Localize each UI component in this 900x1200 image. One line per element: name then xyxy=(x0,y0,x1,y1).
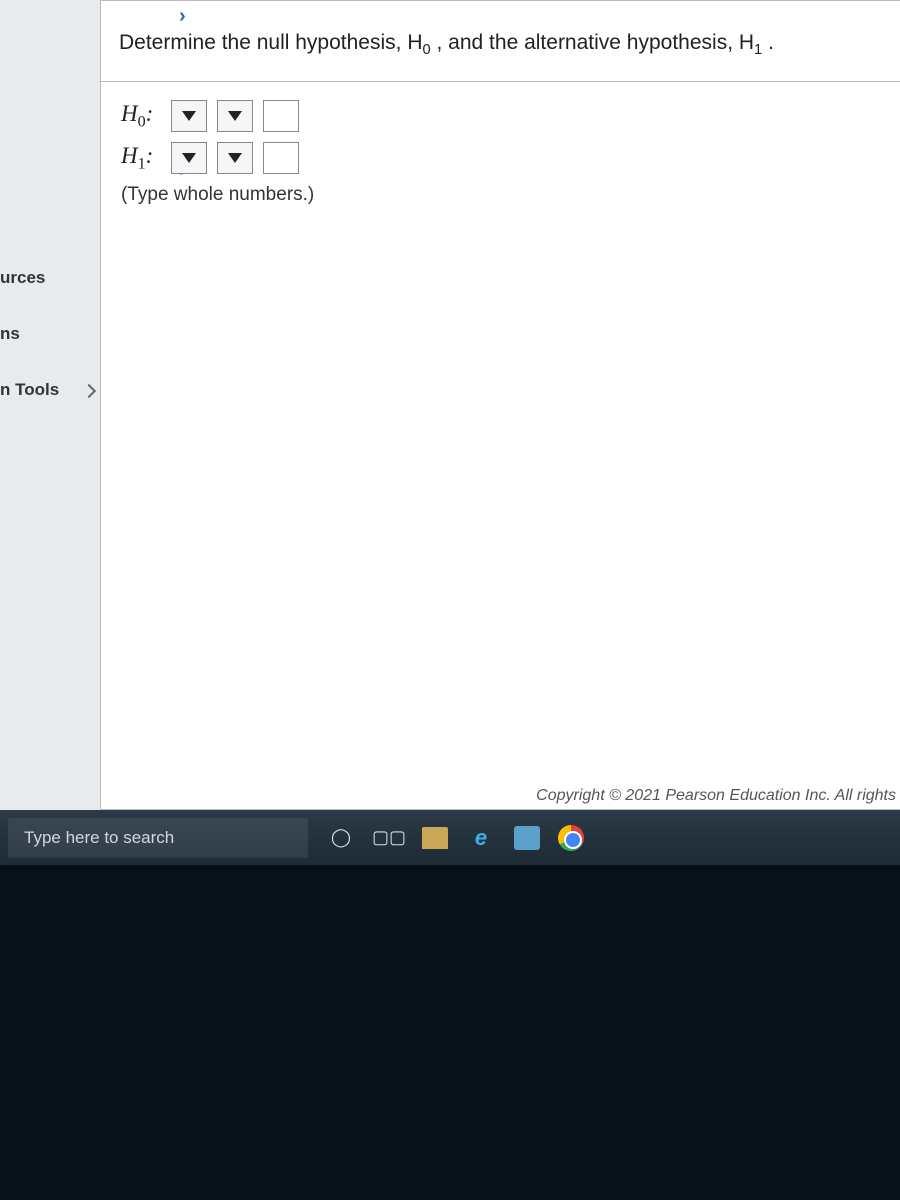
chevron-right-icon xyxy=(82,383,96,397)
h1-value-input[interactable] xyxy=(263,142,299,174)
chevron-down-icon xyxy=(182,153,196,163)
h0-sub: 0 xyxy=(423,42,431,58)
sidebar-item-tools[interactable]: n Tools xyxy=(0,362,100,418)
file-explorer-icon[interactable] xyxy=(422,827,448,849)
h0-symbol: H xyxy=(407,31,422,54)
h1-label: H1: xyxy=(121,143,161,174)
prompt-text: Determine the null hypothesis, xyxy=(119,31,407,54)
colon: : xyxy=(146,143,154,168)
cortana-icon[interactable]: ◯ xyxy=(326,823,356,853)
hypothesis-row-h0: H0: xyxy=(121,100,890,132)
app-area: urces ns n Tools › › Determine the null … xyxy=(0,0,900,810)
edge-browser-icon[interactable]: e xyxy=(466,823,496,853)
chevron-down-icon xyxy=(182,111,196,121)
hypothesis-row-h1: H1: xyxy=(121,142,890,174)
h-letter: H xyxy=(121,101,138,126)
h1-symbol: H xyxy=(739,31,754,54)
answer-area: H0: H1: (Type whole numbers.) xyxy=(101,82,900,216)
sidebar-item-label: urces xyxy=(0,268,45,287)
h1-operator-dropdown[interactable] xyxy=(217,142,253,174)
taskbar: ◯ ▢▢ e xyxy=(0,810,900,865)
sidebar-item-label: ns xyxy=(0,324,20,343)
h-sub: 0 xyxy=(138,113,146,130)
chrome-browser-icon[interactable] xyxy=(558,825,584,851)
sidebar: urces ns n Tools xyxy=(0,0,100,810)
microsoft-store-icon[interactable] xyxy=(514,826,540,850)
task-view-icon[interactable]: ▢▢ xyxy=(374,823,404,853)
chevron-down-icon xyxy=(228,153,242,163)
taskbar-search-input[interactable] xyxy=(8,818,308,858)
prompt-text: . xyxy=(768,31,774,54)
h0-label: H0: xyxy=(121,101,161,132)
copyright-text: Copyright © 2021 Pearson Education Inc. … xyxy=(536,787,896,805)
sidebar-item-resources[interactable]: urces xyxy=(0,250,100,306)
h-letter: H xyxy=(121,143,138,168)
chevron-right-icon[interactable]: › xyxy=(179,5,186,28)
h1-sub: 1 xyxy=(754,42,762,58)
colon: : xyxy=(146,101,154,126)
h0-value-input[interactable] xyxy=(263,100,299,132)
sidebar-item-ns[interactable]: ns xyxy=(0,306,100,362)
h-sub: 1 xyxy=(138,155,146,172)
sidebar-item-label: n Tools xyxy=(0,380,59,399)
chevron-down-icon xyxy=(228,111,242,121)
input-hint: (Type whole numbers.) xyxy=(121,184,890,206)
desk-surface xyxy=(0,865,900,1200)
h1-param-dropdown[interactable] xyxy=(171,142,207,174)
h0-operator-dropdown[interactable] xyxy=(217,100,253,132)
question-prompt: Determine the null hypothesis, H0 , and … xyxy=(101,1,900,82)
prompt-text: , and the alternative hypothesis, xyxy=(437,31,739,54)
h0-param-dropdown[interactable] xyxy=(171,100,207,132)
main-panel: › › Determine the null hypothesis, H0 , … xyxy=(100,0,900,810)
